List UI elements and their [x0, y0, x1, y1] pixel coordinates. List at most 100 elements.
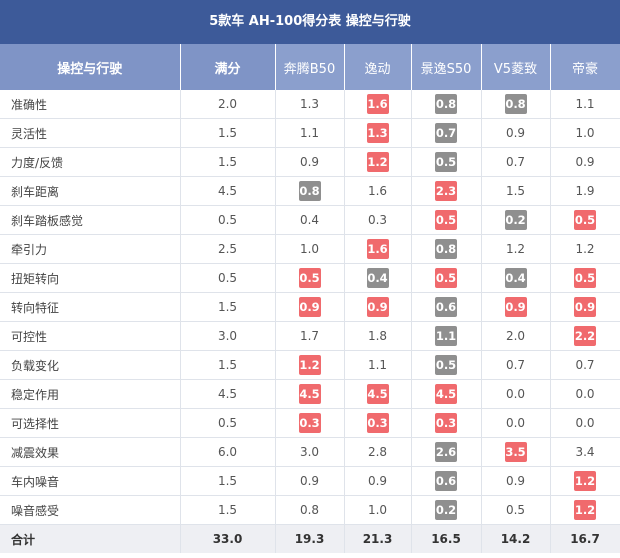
best-score-badge: 0.9 [504, 297, 527, 317]
max-score-cell: 4.5 [180, 176, 276, 206]
header-max-score: 满分 [180, 44, 276, 90]
score-cell: 0.9 [344, 292, 412, 322]
score-cell: 1.5 [481, 176, 551, 206]
score-cell: 1.1 [411, 321, 482, 351]
header-category: 操控与行驶 [0, 44, 181, 90]
worst-score-badge: 0.4 [366, 268, 389, 288]
max-score-cell: 0.5 [180, 408, 276, 438]
score-cell: 3.0 [275, 437, 345, 467]
score-cell: 0.9 [481, 118, 551, 148]
header-car-4: V5菱致 [481, 44, 551, 90]
score-cell: 1.1 [275, 118, 345, 148]
row-label: 刹车踏板感觉 [0, 205, 181, 235]
total-score-cell: 21.3 [344, 524, 412, 553]
best-score-badge: 1.3 [366, 123, 389, 143]
score-cell: 0.6 [411, 466, 482, 496]
score-cell: 0.3 [411, 408, 482, 438]
max-score-cell: 1.5 [180, 118, 276, 148]
best-score-badge: 1.6 [366, 94, 389, 114]
score-cell: 0.7 [481, 147, 551, 177]
best-score-badge: 1.2 [298, 355, 321, 375]
score-cell: 0.5 [411, 350, 482, 380]
row-label: 负载变化 [0, 350, 181, 380]
table-row: 噪音感受 1.5 0.8 1.0 0.2 0.5 1.2 [0, 495, 620, 525]
best-score-badge: 0.9 [298, 297, 321, 317]
score-cell: 1.3 [344, 118, 412, 148]
score-cell: 0.3 [344, 408, 412, 438]
score-cell: 0.0 [550, 379, 620, 409]
worst-score-badge: 0.6 [435, 297, 457, 317]
total-score-cell: 16.7 [550, 524, 620, 553]
table-body: 准确性 2.0 1.3 1.6 0.8 0.8 1.1 灵活性 1.5 1.1 1.3 0.7 0.9 1… [0, 90, 620, 553]
score-cell: 0.8 [411, 234, 482, 264]
score-cell: 0.0 [550, 408, 620, 438]
best-score-badge: 0.9 [574, 297, 596, 317]
score-cell: 4.5 [411, 379, 482, 409]
score-cell: 1.6 [344, 176, 412, 206]
max-score-cell: 1.5 [180, 350, 276, 380]
total-max-score: 33.0 [180, 524, 276, 553]
table-row: 可控性 3.0 1.7 1.8 1.1 2.0 2.2 [0, 321, 620, 351]
best-score-badge: 2.3 [435, 181, 457, 201]
score-cell: 0.7 [411, 118, 482, 148]
score-cell: 1.0 [344, 495, 412, 525]
score-cell: 0.9 [275, 292, 345, 322]
table-row: 力度/反馈 1.5 0.9 1.2 0.5 0.7 0.9 [0, 147, 620, 177]
table-row: 刹车距离 4.5 0.8 1.6 2.3 1.5 1.9 [0, 176, 620, 206]
table-row: 负载变化 1.5 1.2 1.1 0.5 0.7 0.7 [0, 350, 620, 380]
score-cell: 1.2 [550, 495, 620, 525]
total-score-cell: 14.2 [481, 524, 551, 553]
score-cell: 1.1 [550, 90, 620, 119]
score-cell: 0.9 [481, 466, 551, 496]
score-cell: 1.6 [344, 234, 412, 264]
score-cell: 0.9 [550, 292, 620, 322]
best-score-badge: 0.5 [298, 268, 321, 288]
table-row: 灵活性 1.5 1.1 1.3 0.7 0.9 1.0 [0, 118, 620, 148]
score-cell: 0.3 [344, 205, 412, 235]
best-score-badge: 3.5 [504, 442, 527, 462]
header-car-2: 逸动 [344, 44, 412, 90]
score-table: 操控与行驶 满分 奔腾B50 逸动 景逸S50 V5菱致 帝豪 准确性 2.0 1.… [0, 44, 620, 553]
score-cell: 1.8 [344, 321, 412, 351]
total-score-cell: 19.3 [275, 524, 345, 553]
worst-score-badge: 0.7 [435, 123, 457, 143]
max-score-cell: 0.5 [180, 205, 276, 235]
best-score-badge: 1.2 [366, 152, 389, 172]
score-cell: 0.4 [275, 205, 345, 235]
worst-score-badge: 0.5 [435, 355, 457, 375]
best-score-badge: 0.5 [435, 210, 457, 230]
score-cell: 0.9 [275, 147, 345, 177]
total-label: 合计 [0, 524, 181, 553]
worst-score-badge: 2.6 [435, 442, 457, 462]
score-cell: 0.9 [550, 147, 620, 177]
best-score-badge: 2.2 [574, 326, 596, 346]
score-cell: 2.3 [411, 176, 482, 206]
row-label: 可控性 [0, 321, 181, 351]
score-cell: 1.2 [481, 234, 551, 264]
best-score-badge: 1.2 [574, 500, 596, 520]
best-score-badge: 0.5 [435, 268, 457, 288]
score-cell: 3.5 [481, 437, 551, 467]
worst-score-badge: 0.8 [298, 181, 321, 201]
score-cell: 0.0 [481, 408, 551, 438]
best-score-badge: 4.5 [435, 384, 457, 404]
best-score-badge: 1.6 [366, 239, 389, 259]
header-row: 操控与行驶 满分 奔腾B50 逸动 景逸S50 V5菱致 帝豪 [0, 44, 620, 90]
score-cell: 0.9 [481, 292, 551, 322]
score-cell: 1.7 [275, 321, 345, 351]
score-cell: 1.2 [550, 234, 620, 264]
score-cell: 0.0 [481, 379, 551, 409]
table-row: 扭矩转向 0.5 0.5 0.4 0.5 0.4 0.5 [0, 263, 620, 293]
total-score-cell: 16.5 [411, 524, 482, 553]
worst-score-badge: 0.2 [504, 210, 527, 230]
row-label: 力度/反馈 [0, 147, 181, 177]
header-car-5: 帝豪 [550, 44, 620, 90]
row-label: 牵引力 [0, 234, 181, 264]
score-cell: 2.0 [481, 321, 551, 351]
max-score-cell: 6.0 [180, 437, 276, 467]
best-score-badge: 4.5 [298, 384, 321, 404]
row-label: 噪音感受 [0, 495, 181, 525]
score-cell: 0.5 [481, 495, 551, 525]
score-cell: 0.5 [550, 263, 620, 293]
score-cell: 1.1 [344, 350, 412, 380]
